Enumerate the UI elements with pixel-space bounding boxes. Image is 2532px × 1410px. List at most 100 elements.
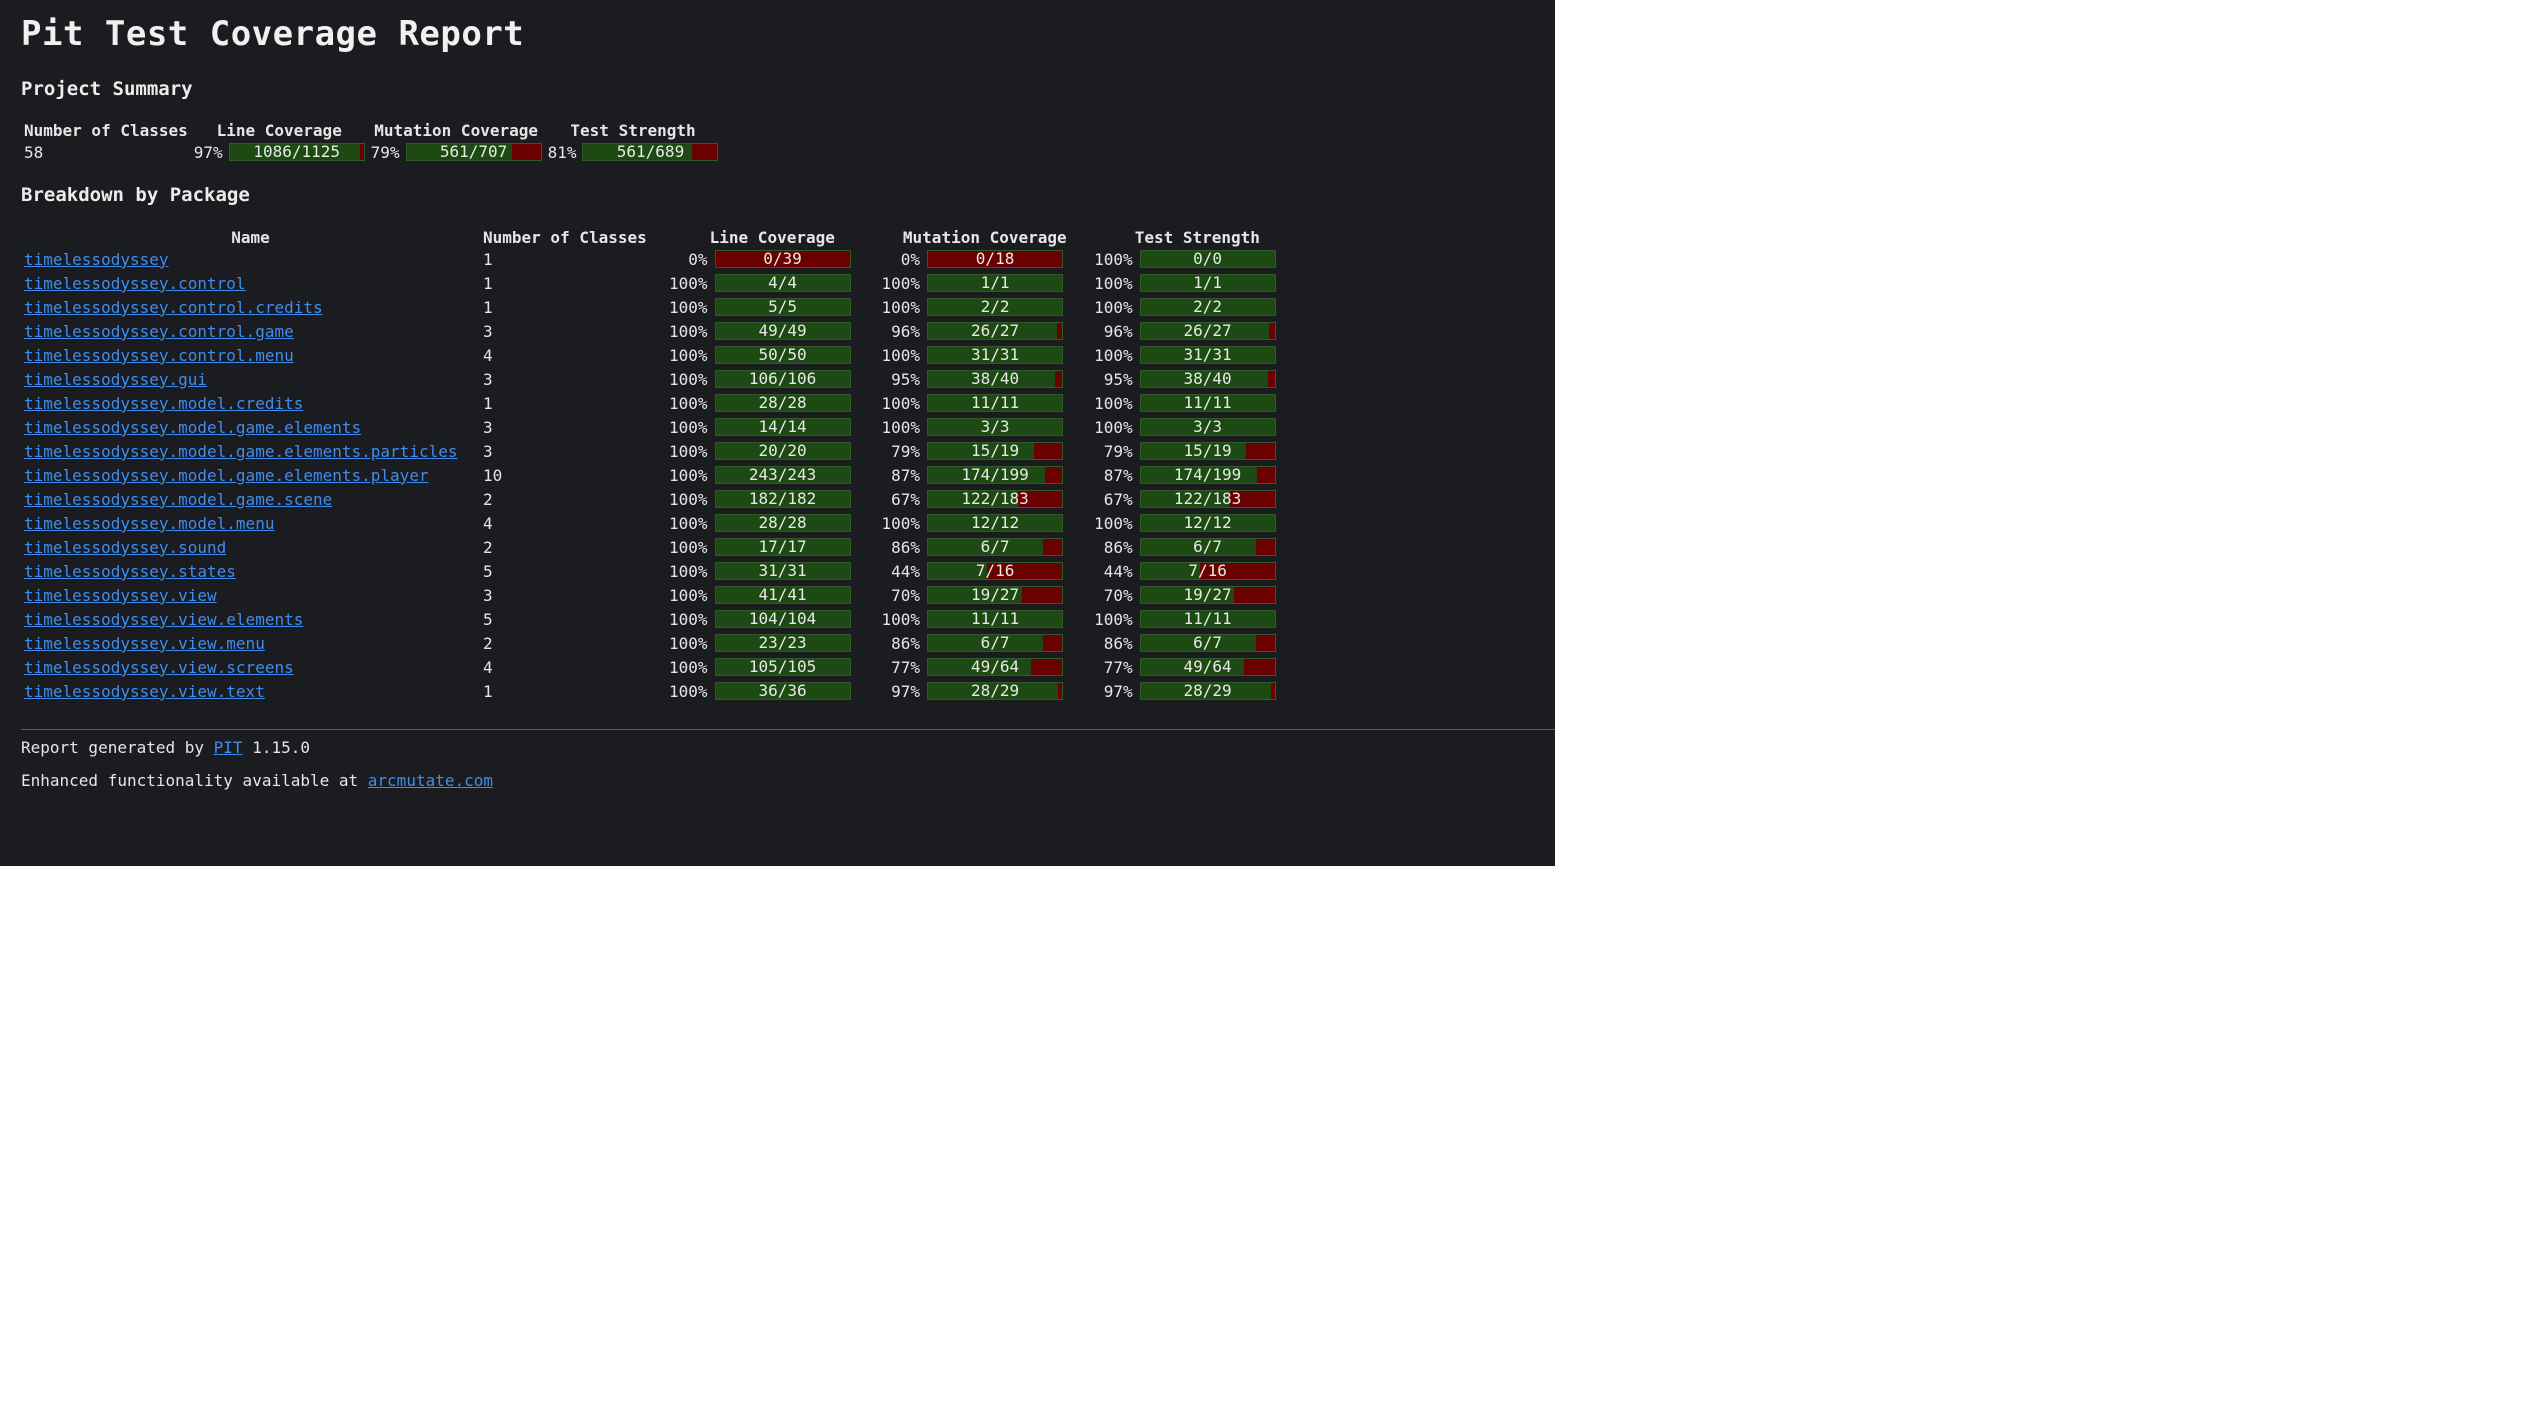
table-row: timelessodyssey.view.text 1 100% 36/36 97% 28…	[21, 679, 1304, 703]
package-strength-cell: 6/7	[1137, 631, 1304, 655]
package-mutation-pct: 0%	[900, 249, 921, 269]
package-line-bar-label: 106/106	[748, 369, 817, 388]
package-line-cell: 28/28	[712, 391, 879, 415]
package-strength-bar: 12/12	[1139, 514, 1276, 532]
package-link[interactable]: timelessodyssey.model.game.elements.part…	[24, 442, 457, 461]
package-strength-bar: 1/1	[1139, 274, 1276, 292]
table-row: timelessodyssey 1 0% 0/39 0% 0/18 100% 0/0	[21, 247, 1304, 271]
package-mutation-bar-label: 6/7	[980, 537, 1010, 556]
package-line-pct: 100%	[669, 273, 708, 293]
package-link[interactable]: timelessodyssey.control	[24, 274, 246, 293]
package-link[interactable]: timelessodyssey.control.menu	[24, 346, 294, 365]
package-line-bar-label: 23/23	[758, 633, 807, 652]
package-line-bar: 104/104	[714, 610, 851, 628]
package-line-bar: 182/182	[714, 490, 851, 508]
package-mutation-bar-label: 1/1	[980, 273, 1010, 292]
package-line-cell: 28/28	[712, 511, 879, 535]
package-name-cell: timelessodyssey.control	[21, 271, 480, 295]
package-line-bar: 243/243	[714, 466, 851, 484]
package-link[interactable]: timelessodyssey.control.credits	[24, 298, 323, 317]
package-link[interactable]: timelessodyssey.view.menu	[24, 634, 265, 653]
package-strength-pct: 96%	[1103, 321, 1133, 341]
package-strength-bar-label: 6/7	[1193, 633, 1223, 652]
package-line-cell: 49/49	[712, 319, 879, 343]
package-mutation-bar-label: 15/19	[970, 441, 1020, 460]
package-link[interactable]: timelessodyssey.model.menu	[24, 514, 274, 533]
package-classes: 1	[483, 297, 493, 317]
footer-generated-prefix: Report generated by	[21, 738, 214, 757]
package-mutation-cell: 15/19	[924, 439, 1091, 463]
package-strength-bar-label: 28/29	[1183, 681, 1232, 700]
package-line-bar-label: 41/41	[758, 585, 807, 604]
summary-line-pct: 97%	[193, 142, 223, 162]
summary-mutation-cell: 561/707	[403, 140, 545, 164]
package-line-cell: 17/17	[712, 535, 879, 559]
package-mutation-cell: 12/12	[924, 511, 1091, 535]
package-link[interactable]: timelessodyssey.view.screens	[24, 658, 294, 677]
package-strength-cell: 1/1	[1137, 271, 1304, 295]
package-link[interactable]: timelessodyssey.view.elements	[24, 610, 303, 629]
table-row: timelessodyssey.model.game.elements 3 100%…	[21, 415, 1304, 439]
package-line-cell: 5/5	[712, 295, 879, 319]
package-name-cell: timelessodyssey	[21, 247, 480, 271]
package-link[interactable]: timelessodyssey.sound	[24, 538, 226, 557]
footer-generated: Report generated by PIT 1.15.0	[21, 738, 310, 757]
package-line-pct: 100%	[669, 465, 708, 485]
package-mutation-bar: 1/1	[927, 273, 1064, 292]
package-line-cell: 182/182	[712, 487, 879, 511]
col-line-coverage: Line Coverage	[709, 227, 835, 247]
package-line-pct: 100%	[669, 297, 708, 317]
footer-generated-version: 1.15.0	[242, 738, 310, 757]
package-mutation-bar: 2/2	[927, 297, 1064, 316]
col-test-strength: Test Strength	[1134, 227, 1260, 247]
package-strength-pct: 100%	[1094, 297, 1133, 317]
package-link[interactable]: timelessodyssey.model.game.elements	[24, 418, 361, 437]
package-line-bar-label: 14/14	[758, 417, 807, 436]
package-line-bar-label: 20/20	[758, 441, 807, 460]
package-mutation-cell: 26/27	[924, 319, 1091, 343]
package-strength-bar: 11/11	[1139, 394, 1276, 412]
package-line-cell: 14/14	[712, 415, 879, 439]
package-link[interactable]: timelessodyssey.view	[24, 586, 217, 605]
package-line-cell: 50/50	[712, 343, 879, 367]
package-link[interactable]: timelessodyssey.gui	[24, 370, 207, 389]
package-mutation-cell: 2/2	[924, 295, 1091, 319]
package-link[interactable]: timelessodyssey.model.credits	[24, 394, 303, 413]
package-mutation-cell: 28/29	[924, 679, 1091, 703]
package-link[interactable]: timelessodyssey.control.game	[24, 322, 294, 341]
package-name-cell: timelessodyssey.view.screens	[21, 655, 480, 679]
package-line-cell: 20/20	[712, 439, 879, 463]
package-mutation-cell: 31/31	[924, 343, 1091, 367]
package-mutation-bar: 31/31	[927, 346, 1064, 364]
package-mutation-bar-label: 38/40	[970, 369, 1020, 388]
package-mutation-pct: 100%	[881, 297, 921, 317]
summary-row: 58 97% 1086/1125 79% 561/707 81% 561/689	[21, 140, 721, 164]
package-link[interactable]: timelessodyssey	[24, 250, 169, 269]
package-mutation-bar-label: 28/29	[970, 681, 1020, 700]
package-classes: 4	[483, 345, 493, 365]
package-mutation-bar-label: 11/11	[970, 393, 1020, 412]
package-strength-bar: 174/199	[1139, 466, 1276, 484]
package-strength-pct: 100%	[1094, 249, 1133, 269]
package-line-bar: 50/50	[714, 346, 851, 364]
package-link[interactable]: timelessodyssey.model.game.scene	[24, 490, 332, 509]
package-mutation-bar-label: 2/2	[980, 297, 1010, 316]
package-strength-pct: 86%	[1103, 633, 1133, 653]
package-link[interactable]: timelessodyssey.states	[24, 562, 236, 581]
package-mutation-cell: 6/7	[924, 631, 1091, 655]
package-link[interactable]: timelessodyssey.view.text	[24, 682, 265, 701]
package-classes: 10	[483, 465, 503, 485]
package-mutation-pct: 100%	[881, 609, 921, 629]
package-name-cell: timelessodyssey.control.game	[21, 319, 480, 343]
package-classes: 4	[483, 513, 493, 533]
package-link[interactable]: timelessodyssey.model.game.elements.play…	[24, 466, 429, 485]
summary-col-classes: Number of Classes	[24, 121, 188, 140]
package-mutation-bar-label: 12/12	[970, 513, 1020, 532]
package-classes: 1	[483, 393, 493, 413]
breakdown-heading: Breakdown by Package	[21, 184, 250, 206]
summary-mutation-bar: 561/707	[405, 143, 542, 161]
summary-strength-cell: 561/689	[579, 140, 721, 164]
pit-link[interactable]: PIT	[214, 738, 243, 757]
package-name-cell: timelessodyssey.view	[21, 583, 480, 607]
arcmutate-link[interactable]: arcmutate.com	[368, 771, 493, 790]
